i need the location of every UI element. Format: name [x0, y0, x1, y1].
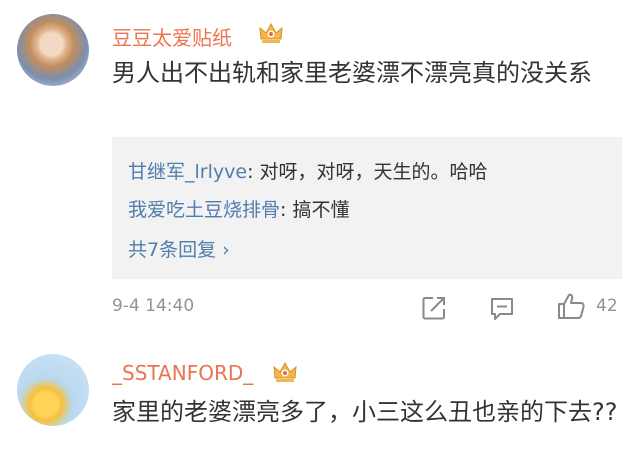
reply-username[interactable]: 甘继军_lrlyve — [128, 161, 247, 183]
reply-item[interactable]: 甘继军_lrlyve: 对呀，对呀，天生的。哈哈 — [128, 157, 488, 184]
comment-text: 男人出不出轨和家里老婆漂不漂亮真的没关系 — [112, 59, 592, 87]
more-replies-link[interactable]: 共7条回复 › — [128, 235, 230, 262]
reply-text: : 对呀，对呀，天生的。哈哈 — [247, 161, 488, 183]
comment-icon[interactable] — [488, 295, 516, 323]
like-count: 42 — [596, 296, 618, 316]
reply-username[interactable]: 我爱吃土豆烧排骨 — [128, 199, 280, 221]
reply-box[interactable]: 甘继军_lrlyve: 对呀，对呀，天生的。哈哈 我爱吃土豆烧排骨: 搞不懂 共… — [112, 137, 622, 279]
comment-username[interactable]: _SSTANFORD_ — [112, 361, 253, 385]
crown-vip-icon — [259, 22, 283, 43]
reply-text: : 搞不懂 — [280, 199, 350, 221]
comment-username[interactable]: 豆豆太爱贴纸 — [112, 22, 232, 51]
avatar[interactable] — [17, 14, 89, 86]
reply-item[interactable]: 我爱吃土豆烧排骨: 搞不懂 — [128, 195, 349, 222]
comment-date: 9-4 14:40 — [112, 296, 195, 316]
comment-text: 家里的老婆漂亮多了，小三这么丑也亲的下去?? — [112, 398, 618, 426]
share-icon[interactable] — [420, 294, 448, 322]
avatar[interactable] — [17, 354, 89, 426]
crown-vip-icon — [273, 361, 297, 382]
like-icon[interactable] — [556, 291, 586, 321]
